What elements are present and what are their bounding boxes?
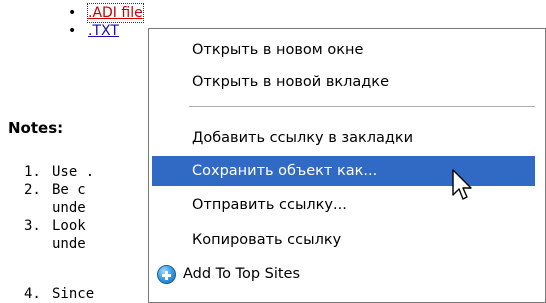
note-text: Be c [52,182,86,198]
web-page: • .ADI file • .TXT Notes: 1. Use . 2. Be c… [0,0,546,303]
item-number: 2. [24,182,41,198]
note-text: unde [52,200,86,216]
list-item: 4. Since [24,285,94,303]
context-menu: Открыть в новом окне Открыть в новой вкл… [148,28,546,303]
note-text: unde [52,236,86,252]
plus-circle-icon [157,265,176,284]
list-item: 3. Look [24,217,86,235]
list-item: 2. Be c [24,181,86,199]
item-number: 3. [24,218,41,234]
list-item-continuation: unde [24,199,86,217]
menu-item-copy-link[interactable]: Копировать ссылку [152,225,535,255]
menu-item-label: Add To Top Sites [183,266,301,282]
notes-heading: Notes: [8,119,64,137]
note-text: Look [52,218,86,234]
note-text: Since [52,286,95,302]
txt-file-link[interactable]: .TXT [88,22,119,40]
list-item-continuation: unde [24,235,86,253]
list-item: 1. Use . [24,163,94,181]
bullet: • [68,23,77,39]
menu-item-open-new-tab[interactable]: Открыть в новой вкладке [152,67,535,97]
menu-item-bookmark-link[interactable]: Добавить ссылку в закладки [152,123,535,153]
menu-item-add-to-top-sites[interactable]: Add To Top Sites [152,259,535,289]
note-text: Use . [52,164,95,180]
menu-separator [189,106,535,107]
item-number: 1. [24,164,41,180]
menu-item-send-link[interactable]: Отправить ссылку... [152,190,535,220]
mouse-pointer-icon [452,169,472,200]
bullet: • [68,5,77,21]
menu-item-open-new-window[interactable]: Открыть в новом окне [152,35,535,65]
adi-file-link[interactable]: .ADI file [87,3,144,23]
menu-item-save-object-as[interactable]: Сохранить объект как... [152,156,535,186]
item-number: 4. [24,286,41,302]
